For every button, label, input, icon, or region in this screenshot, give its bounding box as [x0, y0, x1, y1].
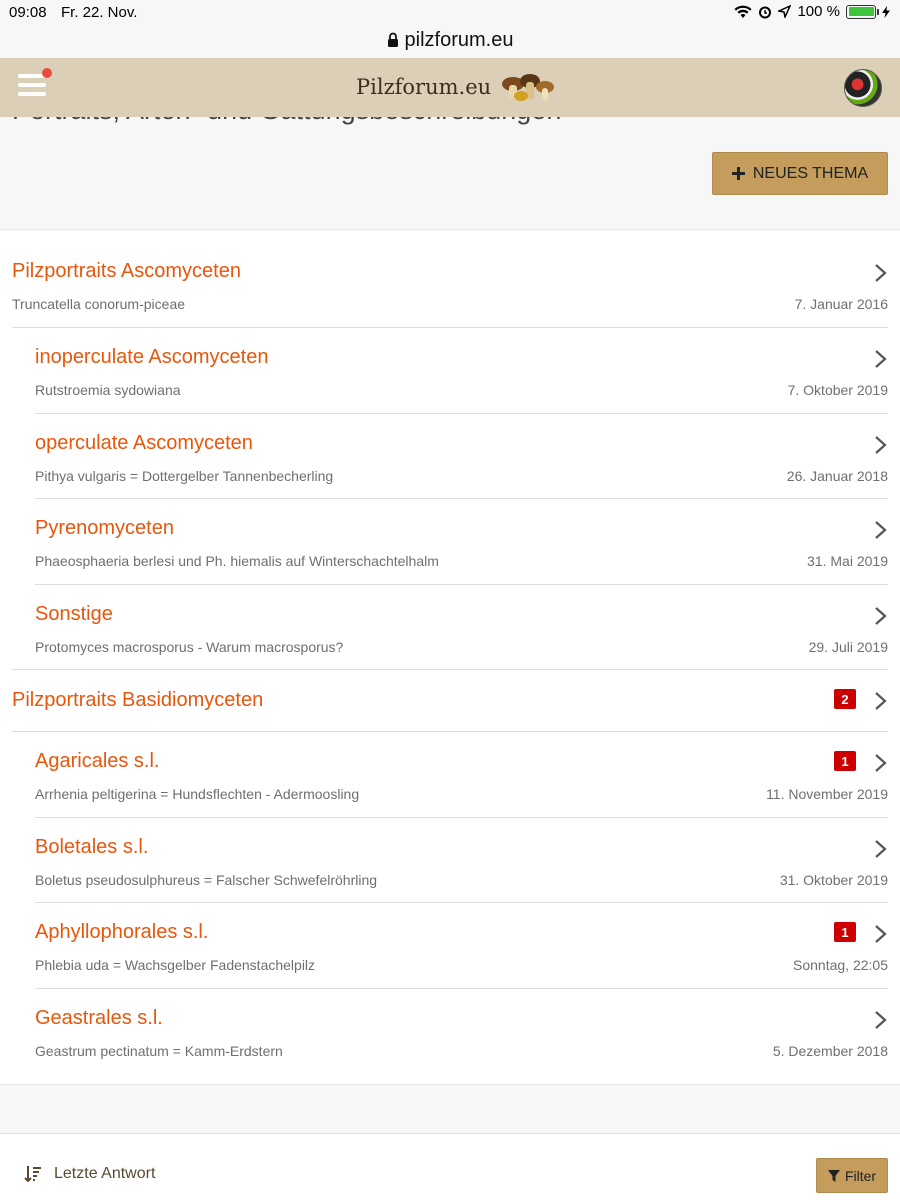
new-thread-label: NEUES THEMA	[752, 164, 869, 182]
status-bar: 09:08 Fr. 22. Nov. 100 %	[0, 0, 900, 24]
status-time: 09:08	[9, 4, 47, 21]
last-post-date: 26. Januar 2018	[786, 468, 888, 484]
subforum-row[interactable]: Geastrales s.l. Geastrum pectinatum = Ka…	[0, 988, 900, 1073]
forum-title[interactable]: Agaricales s.l.	[35, 750, 160, 773]
bottom-toolbar: Letzte Antwort Filter	[0, 1133, 900, 1200]
subforum-row[interactable]: Pyrenomyceten Phaeosphaeria berlesi und …	[0, 498, 900, 584]
last-post-title[interactable]: Protomyces macrosporus - Warum macrospor…	[35, 639, 343, 655]
last-post-title[interactable]: Phlebia uda = Wachsgelber Fadenstachelpi…	[35, 957, 315, 973]
filter-button[interactable]: Filter	[816, 1158, 888, 1193]
forum-title[interactable]: Geastrales s.l.	[35, 1007, 163, 1030]
hamburger-menu-button[interactable]	[18, 68, 52, 100]
url-text: pilzforum.eu	[404, 28, 514, 51]
last-post-title[interactable]: Geastrum pectinatum = Kamm-Erdstern	[35, 1043, 283, 1059]
sort-button[interactable]: Letzte Antwort	[24, 1165, 155, 1183]
address-bar[interactable]: pilzforum.eu	[0, 22, 900, 58]
chevron-right-icon[interactable]	[874, 606, 888, 626]
lock-icon	[387, 32, 398, 47]
chevron-right-icon[interactable]	[874, 435, 888, 455]
chevron-right-icon[interactable]	[874, 839, 888, 859]
last-post-title[interactable]: Arrhenia peltigerina = Hundsflechten - A…	[35, 786, 359, 802]
forum-title[interactable]: operculate Ascomyceten	[35, 432, 253, 455]
last-post-date: 31. Oktober 2019	[779, 872, 888, 888]
chevron-right-icon[interactable]	[874, 691, 888, 711]
last-post-date: 5. Dezember 2018	[772, 1043, 888, 1059]
forum-list: Pilzportraits Ascomyceten Truncatella co…	[0, 231, 900, 1085]
last-post-title[interactable]: Phaeosphaeria berlesi und Ph. hiemalis a…	[35, 553, 439, 569]
subforum-row[interactable]: inoperculate Ascomyceten Rutstroemia syd…	[0, 328, 900, 413]
forum-title[interactable]: inoperculate Ascomyceten	[35, 346, 268, 369]
subforum-row[interactable]: Aphyllophorales s.l. 1 Phlebia uda = Wac…	[0, 902, 900, 988]
user-avatar[interactable]	[844, 69, 882, 107]
unread-badge: 1	[834, 922, 856, 942]
forum-title[interactable]: Pilzportraits Ascomyceten	[12, 260, 241, 283]
site-header: Pilzforum.eu	[0, 58, 900, 117]
board-header: Portraits, Arten- und Gattungsbeschreibu…	[0, 117, 900, 230]
last-post-date: 7. Januar 2016	[794, 296, 888, 312]
unread-badge: 1	[834, 751, 856, 771]
forum-title[interactable]: Boletales s.l.	[35, 836, 148, 859]
filter-label: Filter	[844, 1167, 877, 1184]
chevron-right-icon[interactable]	[874, 1010, 888, 1030]
last-post-title[interactable]: Rutstroemia sydowiana	[35, 382, 181, 398]
board-title: Portraits, Arten- und Gattungsbeschreibu…	[12, 117, 561, 126]
last-post-date: Sonntag, 22:05	[793, 957, 888, 973]
forum-title[interactable]: Aphyllophorales s.l.	[35, 921, 208, 944]
last-post-title[interactable]: Truncatella conorum-piceae	[12, 296, 185, 312]
battery-percent: 100 %	[797, 3, 840, 20]
logo-text: Pilzforum.eu	[356, 75, 492, 99]
chevron-right-icon[interactable]	[874, 924, 888, 944]
last-post-title[interactable]: Boletus pseudosulphureus = Falscher Schw…	[35, 872, 377, 888]
site-logo[interactable]: Pilzforum.eu	[356, 70, 555, 104]
subforum-row[interactable]: Agaricales s.l. 1 Arrhenia peltigerina =…	[0, 731, 900, 817]
plus-icon	[731, 167, 745, 180]
forum-title[interactable]: Pilzportraits Basidiomyceten	[12, 689, 263, 712]
last-post-date: 7. Oktober 2019	[787, 382, 888, 398]
sort-descending-icon	[24, 1166, 41, 1183]
status-date: Fr. 22. Nov.	[61, 4, 138, 21]
notification-dot	[42, 68, 52, 78]
sort-label: Letzte Antwort	[54, 1165, 156, 1182]
forum-title[interactable]: Pyrenomyceten	[35, 517, 174, 540]
charging-icon	[882, 5, 890, 18]
alarm-icon	[759, 6, 772, 18]
forum-row[interactable]: Pilzportraits Basidiomyceten 2	[0, 669, 900, 731]
last-post-title[interactable]: Pithya vulgaris = Dottergelber Tannenbec…	[35, 468, 333, 484]
wifi-icon	[734, 5, 752, 18]
location-icon	[778, 5, 792, 18]
forum-title[interactable]: Sonstige	[35, 603, 113, 626]
subforum-row[interactable]: operculate Ascomyceten Pithya vulgaris =…	[0, 413, 900, 498]
forum-row[interactable]: Pilzportraits Ascomyceten Truncatella co…	[0, 231, 900, 328]
new-thread-button[interactable]: NEUES THEMA	[712, 152, 888, 195]
subforum-row[interactable]: Boletales s.l. Boletus pseudosulphureus …	[0, 817, 900, 902]
filter-icon	[827, 1169, 840, 1182]
subforum-row[interactable]: Sonstige Protomyces macrosporus - Warum …	[0, 584, 900, 669]
battery-icon	[846, 4, 879, 19]
mushroom-icon	[502, 74, 555, 101]
chevron-right-icon[interactable]	[874, 753, 888, 773]
last-post-date: 31. Mai 2019	[807, 553, 888, 569]
unread-badge: 2	[834, 689, 856, 709]
last-post-date: 29. Juli 2019	[808, 639, 888, 655]
chevron-right-icon[interactable]	[874, 263, 888, 283]
status-icons: 100 %	[734, 3, 890, 20]
last-post-date: 11. November 2019	[766, 786, 888, 802]
chevron-right-icon[interactable]	[874, 349, 888, 369]
chevron-right-icon[interactable]	[874, 520, 888, 540]
